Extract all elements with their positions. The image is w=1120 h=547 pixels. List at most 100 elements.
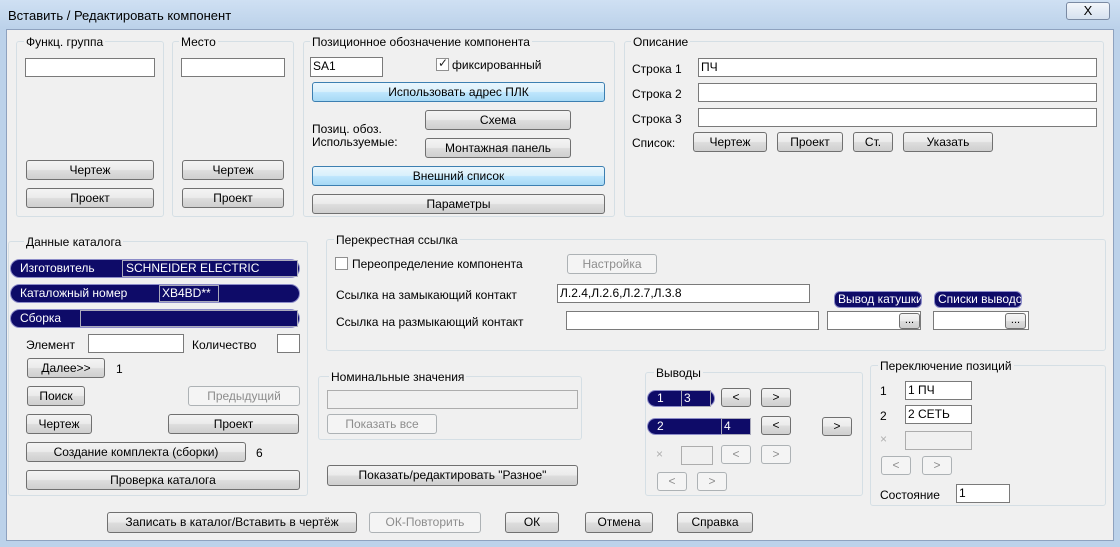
position2-number: 2 (880, 409, 887, 423)
assembly-field[interactable] (80, 310, 298, 327)
func-group-field[interactable] (25, 58, 155, 77)
position-right-button[interactable]: > (922, 456, 952, 475)
item-label: Элемент (26, 338, 75, 352)
tag-schematic-button[interactable]: Схема (425, 110, 571, 130)
position3-field[interactable] (905, 431, 972, 450)
tag-field[interactable]: SA1 (310, 57, 383, 77)
pin-row1-number: 1 (657, 391, 664, 405)
save-to-catalog-button[interactable]: Записать в каталог/Вставить в чертёж (107, 512, 357, 533)
pin-row1-right-button[interactable]: > (761, 388, 791, 407)
title-bar[interactable]: Вставить / Редактировать компонент X (0, 0, 1120, 30)
count-label: Количество (192, 338, 257, 352)
manufacturer-label: Изготовитель (20, 261, 95, 275)
pin-row3-left-button[interactable]: < (721, 445, 751, 464)
fixed-checkbox[interactable] (436, 56, 449, 71)
multiple-catalog-button[interactable]: Создание комплекта (сборки) (26, 442, 246, 462)
pin-row2-field[interactable]: 4 (721, 418, 751, 435)
use-plc-address-button[interactable]: Использовать адрес ПЛК (312, 82, 605, 102)
location-field[interactable] (181, 58, 285, 77)
pins-label: Выводы (654, 366, 703, 380)
pin-row2-left-button[interactable]: < (761, 416, 791, 435)
pin-nav-left-button[interactable]: < (657, 472, 687, 491)
lookup-button[interactable]: Поиск (27, 386, 85, 406)
nc-contact-label: Ссылка на размыкающий контакт (336, 315, 524, 329)
ok-button[interactable]: ОК (505, 512, 559, 533)
catalog-check-button[interactable]: Проверка каталога (26, 470, 300, 490)
coil-pin-pill: Вывод катушки (834, 291, 922, 308)
misc-button[interactable]: Показать/редактировать "Разное" (327, 465, 578, 486)
close-icon: X (1083, 3, 1093, 18)
tag-used-label-1: Позиц. обоз. (312, 122, 382, 136)
xref-label: Перекрестная ссылка (334, 233, 460, 247)
pin-row2-right-button[interactable]: > (822, 417, 852, 436)
next-count: 1 (116, 362, 123, 376)
no-contact-field[interactable]: Л.2.4,Л.2.6,Л.2.7,Л.3.8 (557, 284, 810, 303)
func-group-project-button[interactable]: Проект (26, 188, 154, 208)
description-drawing-button[interactable]: Чертеж (693, 132, 767, 152)
position1-number: 1 (880, 384, 887, 398)
description-list-label: Список: (632, 136, 676, 150)
override-label: Переопределение компонента (352, 257, 523, 271)
next-button[interactable]: Далее>> (27, 358, 105, 378)
tag-used-label-2: Используемые: (312, 135, 398, 149)
state-field[interactable]: 1 (956, 484, 1010, 503)
help-button[interactable]: Справка (677, 512, 753, 533)
assembly-label: Сборка (20, 311, 62, 325)
position-left-button[interactable]: < (881, 456, 911, 475)
count-field[interactable] (277, 334, 300, 353)
catalog-number-field[interactable]: XB4BD** (159, 285, 219, 302)
position3-mark: × (880, 432, 888, 446)
func-group-drawing-button[interactable]: Чертеж (26, 160, 154, 180)
state-label: Состояние (880, 488, 940, 502)
fixed-label: фиксированный (452, 58, 542, 72)
multiple-count: 6 (256, 446, 263, 460)
description-label: Описание (631, 35, 691, 49)
location-label: Место (179, 35, 218, 49)
manufacturer-field[interactable]: SCHNEIDER ELECTRIC (122, 260, 298, 277)
description-line3-label: Строка 3 (632, 112, 682, 126)
catalog-label: Данные каталога (24, 235, 124, 249)
catalog-number-pill[interactable]: Каталожный номер (10, 284, 300, 303)
pin-row3-mark: × (656, 447, 664, 461)
ratings-field[interactable] (327, 390, 578, 409)
pin-row1-left-button[interactable]: < (721, 388, 751, 407)
pin-list-browse-button[interactable]: ... (1005, 313, 1026, 329)
override-checkbox[interactable] (335, 257, 348, 270)
description-line2-label: Строка 2 (632, 87, 682, 101)
position1-field[interactable]: 1 ПЧ (905, 381, 972, 400)
pin-row3-right-button[interactable]: > (761, 445, 791, 464)
pin-row2-number: 2 (657, 419, 664, 433)
cancel-button[interactable]: Отмена (585, 512, 653, 533)
previous-button[interactable]: Предыдущий (188, 386, 300, 406)
description-line1-label: Строка 1 (632, 62, 682, 76)
coil-browse-button[interactable]: ... (899, 313, 920, 329)
tag-options-button[interactable]: Параметры (312, 194, 605, 214)
item-field[interactable] (88, 334, 184, 353)
pin-row3-field[interactable] (681, 446, 713, 465)
tag-panel-button[interactable]: Монтажная панель (425, 138, 571, 158)
external-list-button[interactable]: Внешний список (312, 166, 605, 186)
ok-repeat-button[interactable]: ОК-Повторить (369, 512, 481, 533)
nc-contact-field[interactable] (566, 311, 819, 330)
catalog-project-button[interactable]: Проект (168, 414, 299, 434)
pin-list-pill: Списки выводов (934, 291, 1022, 308)
location-drawing-button[interactable]: Чертеж (182, 160, 284, 180)
func-group-label: Функц. группа (24, 35, 106, 49)
description-project-button[interactable]: Проект (777, 132, 843, 152)
position2-field[interactable]: 2 СЕТЬ (905, 405, 972, 424)
ratings-label: Номинальные значения (329, 370, 467, 384)
xref-setup-button[interactable]: Настройка (567, 254, 657, 274)
positions-label: Переключение позиций (878, 359, 1014, 373)
pin-nav-right-button[interactable]: > (697, 472, 727, 491)
close-button[interactable]: X (1066, 2, 1110, 20)
catalog-drawing-button[interactable]: Чертеж (26, 414, 92, 434)
pin-row1-field[interactable]: 3 (681, 390, 711, 407)
no-contact-label: Ссылка на замыкающий контакт (336, 288, 517, 302)
description-line2-field[interactable] (698, 83, 1097, 102)
show-all-button[interactable]: Показать все (327, 414, 437, 434)
description-line3-field[interactable] (698, 108, 1097, 127)
description-std-button[interactable]: Ст. (853, 132, 893, 152)
description-line1-field[interactable]: ПЧ (698, 58, 1097, 77)
location-project-button[interactable]: Проект (182, 188, 284, 208)
description-pick-button[interactable]: Указать (903, 132, 993, 152)
